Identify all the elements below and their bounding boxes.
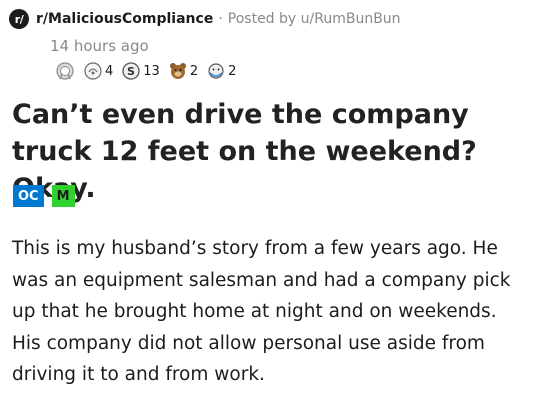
post-flairs: OC M <box>13 185 75 207</box>
post-timestamp: 14 hours ago <box>50 37 149 55</box>
svg-text:S: S <box>127 65 135 78</box>
award-silver[interactable] <box>55 61 75 81</box>
award-helpful[interactable]: 4 <box>83 61 113 81</box>
posted-by-link[interactable]: Posted by u/RumBunBun <box>228 11 401 27</box>
award-hugz-count: 2 <box>228 63 237 79</box>
flair-oc[interactable]: OC <box>13 185 44 207</box>
post-title[interactable]: Can’t even drive the company truck 12 fe… <box>12 96 527 207</box>
award-hugz[interactable]: 2 <box>206 61 236 81</box>
helpful-award-icon <box>84 62 102 80</box>
award-wholesome-count: 13 <box>143 63 160 79</box>
subreddit-icon[interactable]: r/ <box>9 9 29 29</box>
wholesome-award-icon: S <box>122 62 140 80</box>
silver-award-icon <box>56 62 74 80</box>
award-bear-count: 2 <box>189 63 199 79</box>
bear-award-icon <box>169 63 186 79</box>
post-header: r/ r/MaliciousCompliance · Posted by u/R… <box>9 8 401 30</box>
subreddit-link[interactable]: r/MaliciousCompliance <box>36 11 213 27</box>
header-separator: · <box>218 11 223 27</box>
award-wholesome[interactable]: S 13 <box>121 61 160 81</box>
awards-row[interactable]: 4 S 13 2 2 <box>55 60 244 82</box>
award-helpful-count: 4 <box>105 63 114 79</box>
hugz-award-icon <box>208 63 224 79</box>
flair-m[interactable]: M <box>51 185 75 207</box>
post-body: This is my husband’s story from a few ye… <box>12 238 511 385</box>
award-bear[interactable]: 2 <box>168 61 198 81</box>
reddit-post: r/ r/MaliciousCompliance · Posted by u/R… <box>0 0 537 402</box>
